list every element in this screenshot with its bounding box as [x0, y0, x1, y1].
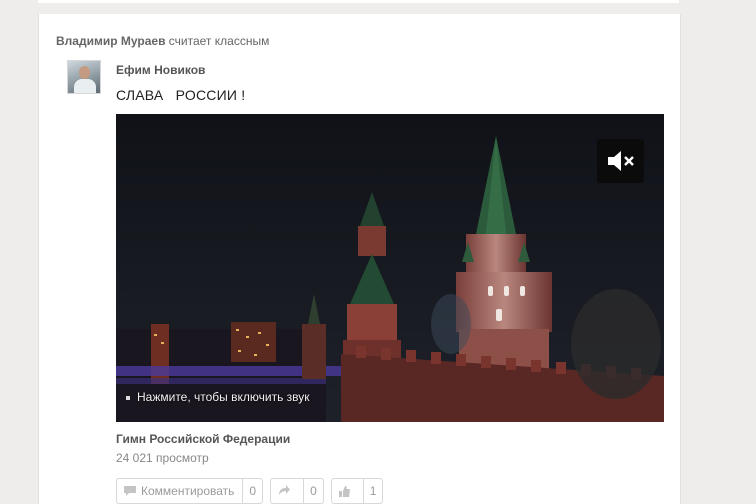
feed-action-text: считает классным: [168, 34, 270, 48]
comment-button-label: Комментировать: [141, 484, 235, 498]
speaker-muted-icon: [607, 151, 634, 171]
share-count: 0: [303, 479, 323, 503]
like-count: 1: [362, 479, 383, 503]
comment-count: 0: [242, 479, 262, 503]
actor-name-link[interactable]: Владимир Мураев: [56, 34, 165, 48]
video-title-link[interactable]: Гимн Российской Федерации: [116, 432, 290, 446]
enable-sound-hint[interactable]: Нажмите, чтобы включить звук: [126, 390, 310, 404]
comment-button[interactable]: Комментировать 0: [116, 478, 264, 504]
share-button[interactable]: 0: [270, 478, 324, 504]
video-views-count: 24 021 просмотр: [116, 451, 209, 465]
feed-item-header: Владимир Мураев считает классным: [56, 34, 269, 48]
author-avatar[interactable]: [67, 60, 101, 94]
comment-icon: [124, 486, 136, 496]
post-author-link[interactable]: Ефим Новиков: [116, 63, 205, 77]
card-top-edge: [38, 0, 679, 3]
video-frame-kremlin: [116, 114, 664, 422]
sound-hint-label: Нажмите, чтобы включить звук: [137, 390, 310, 404]
post-actions: Комментировать 0 0 1: [116, 478, 390, 504]
feed-card: Владимир Мураев считает классным Ефим Но…: [38, 14, 681, 504]
unmute-button[interactable]: [597, 139, 644, 183]
post-text: СЛАВА РОССИИ !: [116, 87, 246, 103]
hint-bullet: [126, 395, 130, 400]
like-button[interactable]: 1: [330, 478, 384, 504]
like-icon: [338, 485, 350, 497]
video-player[interactable]: Нажмите, чтобы включить звук: [116, 114, 664, 422]
share-icon: [279, 485, 291, 495]
